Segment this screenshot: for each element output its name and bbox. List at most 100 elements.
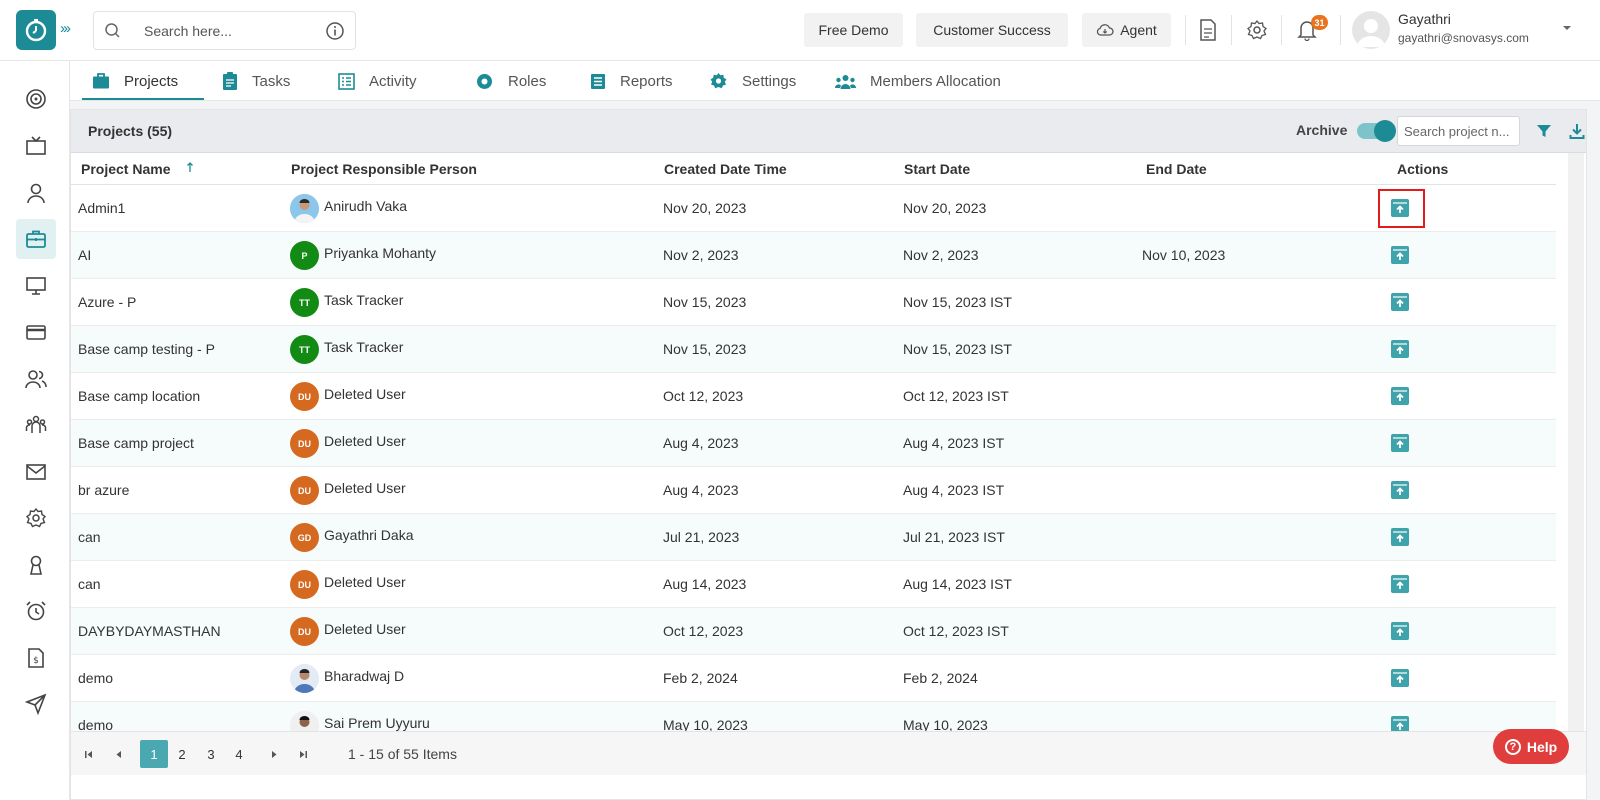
sidebar-item-monitor[interactable] (16, 266, 56, 306)
tab-settings[interactable]: Settings (709, 61, 796, 101)
tab-projects[interactable]: Projects (92, 61, 178, 101)
sidebar-item-send[interactable] (16, 684, 56, 724)
unarchive-icon[interactable] (1390, 339, 1410, 359)
tab-members-allocation[interactable]: Members Allocation (835, 61, 1001, 101)
expand-sidebar-icon[interactable]: ››› (60, 20, 71, 37)
info-icon[interactable] (325, 21, 345, 41)
last-page-icon[interactable] (293, 740, 313, 768)
free-demo-button[interactable]: Free Demo (804, 13, 903, 47)
cloud-download-icon (1097, 24, 1114, 36)
sidebar-item-settings[interactable] (16, 498, 56, 538)
unarchive-icon[interactable] (1390, 668, 1410, 688)
project-name[interactable]: AI (78, 247, 91, 263)
first-page-icon[interactable] (79, 740, 99, 768)
project-name[interactable]: demo (78, 717, 113, 731)
unarchive-icon[interactable] (1390, 715, 1410, 731)
sidebar-item-teams[interactable] (16, 405, 56, 445)
unarchive-icon[interactable] (1390, 292, 1410, 312)
project-name[interactable]: Base camp testing - P (78, 341, 215, 357)
unarchive-icon[interactable] (1390, 574, 1410, 594)
document-icon[interactable] (1198, 19, 1218, 41)
archive-label: Archive (1296, 122, 1348, 138)
unarchive-icon[interactable] (1390, 480, 1410, 500)
unarchive-icon[interactable] (1390, 245, 1410, 265)
sidebar-item-awards[interactable] (16, 545, 56, 585)
user-name[interactable]: Gayathri (1398, 11, 1451, 27)
download-icon[interactable] (1569, 123, 1585, 139)
project-name[interactable]: can (78, 529, 101, 545)
sidebar-item-profile[interactable] (16, 173, 56, 213)
person-avatar-photo (290, 711, 319, 731)
project-name[interactable]: Admin1 (78, 200, 125, 216)
table-scrollbar[interactable] (1568, 153, 1584, 731)
start-date: Aug 4, 2023 IST (903, 482, 1005, 498)
column-project-name[interactable]: Project Name (81, 161, 170, 177)
agent-button[interactable]: Agent (1082, 13, 1171, 47)
unarchive-icon[interactable] (1390, 527, 1410, 547)
page-button[interactable]: 4 (225, 740, 253, 768)
page-button[interactable]: 3 (197, 740, 225, 768)
customer-success-button[interactable]: Customer Success (916, 13, 1068, 47)
created-date: Feb 2, 2024 (663, 670, 738, 686)
projects-panel: Projects (55) Archive Search project n..… (70, 109, 1587, 800)
sidebar-item-projects[interactable] (16, 219, 56, 259)
person-photo-icon (290, 194, 319, 223)
tab-label: Reports (620, 72, 673, 90)
tab-reports[interactable]: Reports (590, 61, 673, 101)
tab-activity[interactable]: Activity (338, 61, 417, 101)
table-row: Base camp location DU Deleted User Oct 1… (71, 373, 1556, 420)
app-logo[interactable] (16, 10, 56, 50)
responsible-person: Deleted User (324, 574, 406, 590)
tab-label: Roles (508, 72, 547, 90)
column-created-date[interactable]: Created Date Time (664, 161, 787, 177)
next-page-icon[interactable] (264, 740, 284, 768)
column-end-date[interactable]: End Date (1146, 161, 1207, 177)
page-button[interactable]: 1 (140, 740, 168, 768)
project-name[interactable]: DAYBYDAYMASTHAN (78, 623, 221, 639)
tab-roles[interactable]: Roles (475, 61, 546, 101)
project-name[interactable]: can (78, 576, 101, 592)
help-button[interactable]: ? Help (1493, 729, 1569, 764)
chevron-down-icon[interactable] (1562, 24, 1572, 32)
sidebar-item-invoices[interactable]: $ (16, 638, 56, 678)
tab-tasks[interactable]: Tasks (222, 61, 290, 101)
sort-ascending-icon[interactable] (186, 161, 194, 173)
start-date: Nov 15, 2023 IST (903, 294, 1012, 310)
person-avatar: DU (290, 382, 319, 411)
sidebar-item-users[interactable] (16, 359, 56, 399)
global-search[interactable]: Search here... (93, 11, 356, 50)
archive-toggle[interactable] (1357, 120, 1396, 142)
project-name[interactable]: Azure - P (78, 294, 136, 310)
invoice-icon: $ (28, 648, 44, 668)
project-name[interactable]: demo (78, 670, 113, 686)
customer-success-label: Customer Success (933, 22, 1051, 38)
sidebar-item-messages[interactable] (16, 452, 56, 492)
mail-icon (26, 464, 46, 480)
project-name[interactable]: Base camp location (78, 388, 200, 404)
search-input[interactable]: Search here... (144, 23, 232, 39)
responsible-person: Gayathri Daka (324, 527, 414, 543)
sidebar-item-media[interactable] (16, 126, 56, 166)
start-date: Aug 14, 2023 IST (903, 576, 1012, 592)
unarchive-icon[interactable] (1390, 433, 1410, 453)
user-avatar[interactable] (1352, 11, 1390, 49)
page-button[interactable]: 2 (168, 740, 196, 768)
created-date: Oct 12, 2023 (663, 388, 744, 404)
settings-icon[interactable] (1246, 19, 1268, 41)
award-icon (30, 555, 42, 575)
project-search-input[interactable]: Search project n... (1397, 116, 1520, 146)
module-tabs: Projects Tasks Activity Roles Reports Se… (70, 61, 1600, 101)
column-responsible-person[interactable]: Project Responsible Person (291, 161, 477, 177)
previous-page-icon[interactable] (109, 740, 129, 768)
start-date: Oct 12, 2023 IST (903, 623, 1009, 639)
project-name[interactable]: Base camp project (78, 435, 194, 451)
filter-icon[interactable] (1536, 123, 1552, 139)
unarchive-icon[interactable] (1390, 621, 1410, 641)
column-start-date[interactable]: Start Date (904, 161, 970, 177)
project-name[interactable]: br azure (78, 482, 129, 498)
sidebar-item-dashboard[interactable] (16, 79, 56, 119)
responsible-person: Deleted User (324, 480, 406, 496)
unarchive-icon[interactable] (1390, 386, 1410, 406)
sidebar-item-billing[interactable] (16, 312, 56, 352)
sidebar-item-alarms[interactable] (16, 591, 56, 631)
